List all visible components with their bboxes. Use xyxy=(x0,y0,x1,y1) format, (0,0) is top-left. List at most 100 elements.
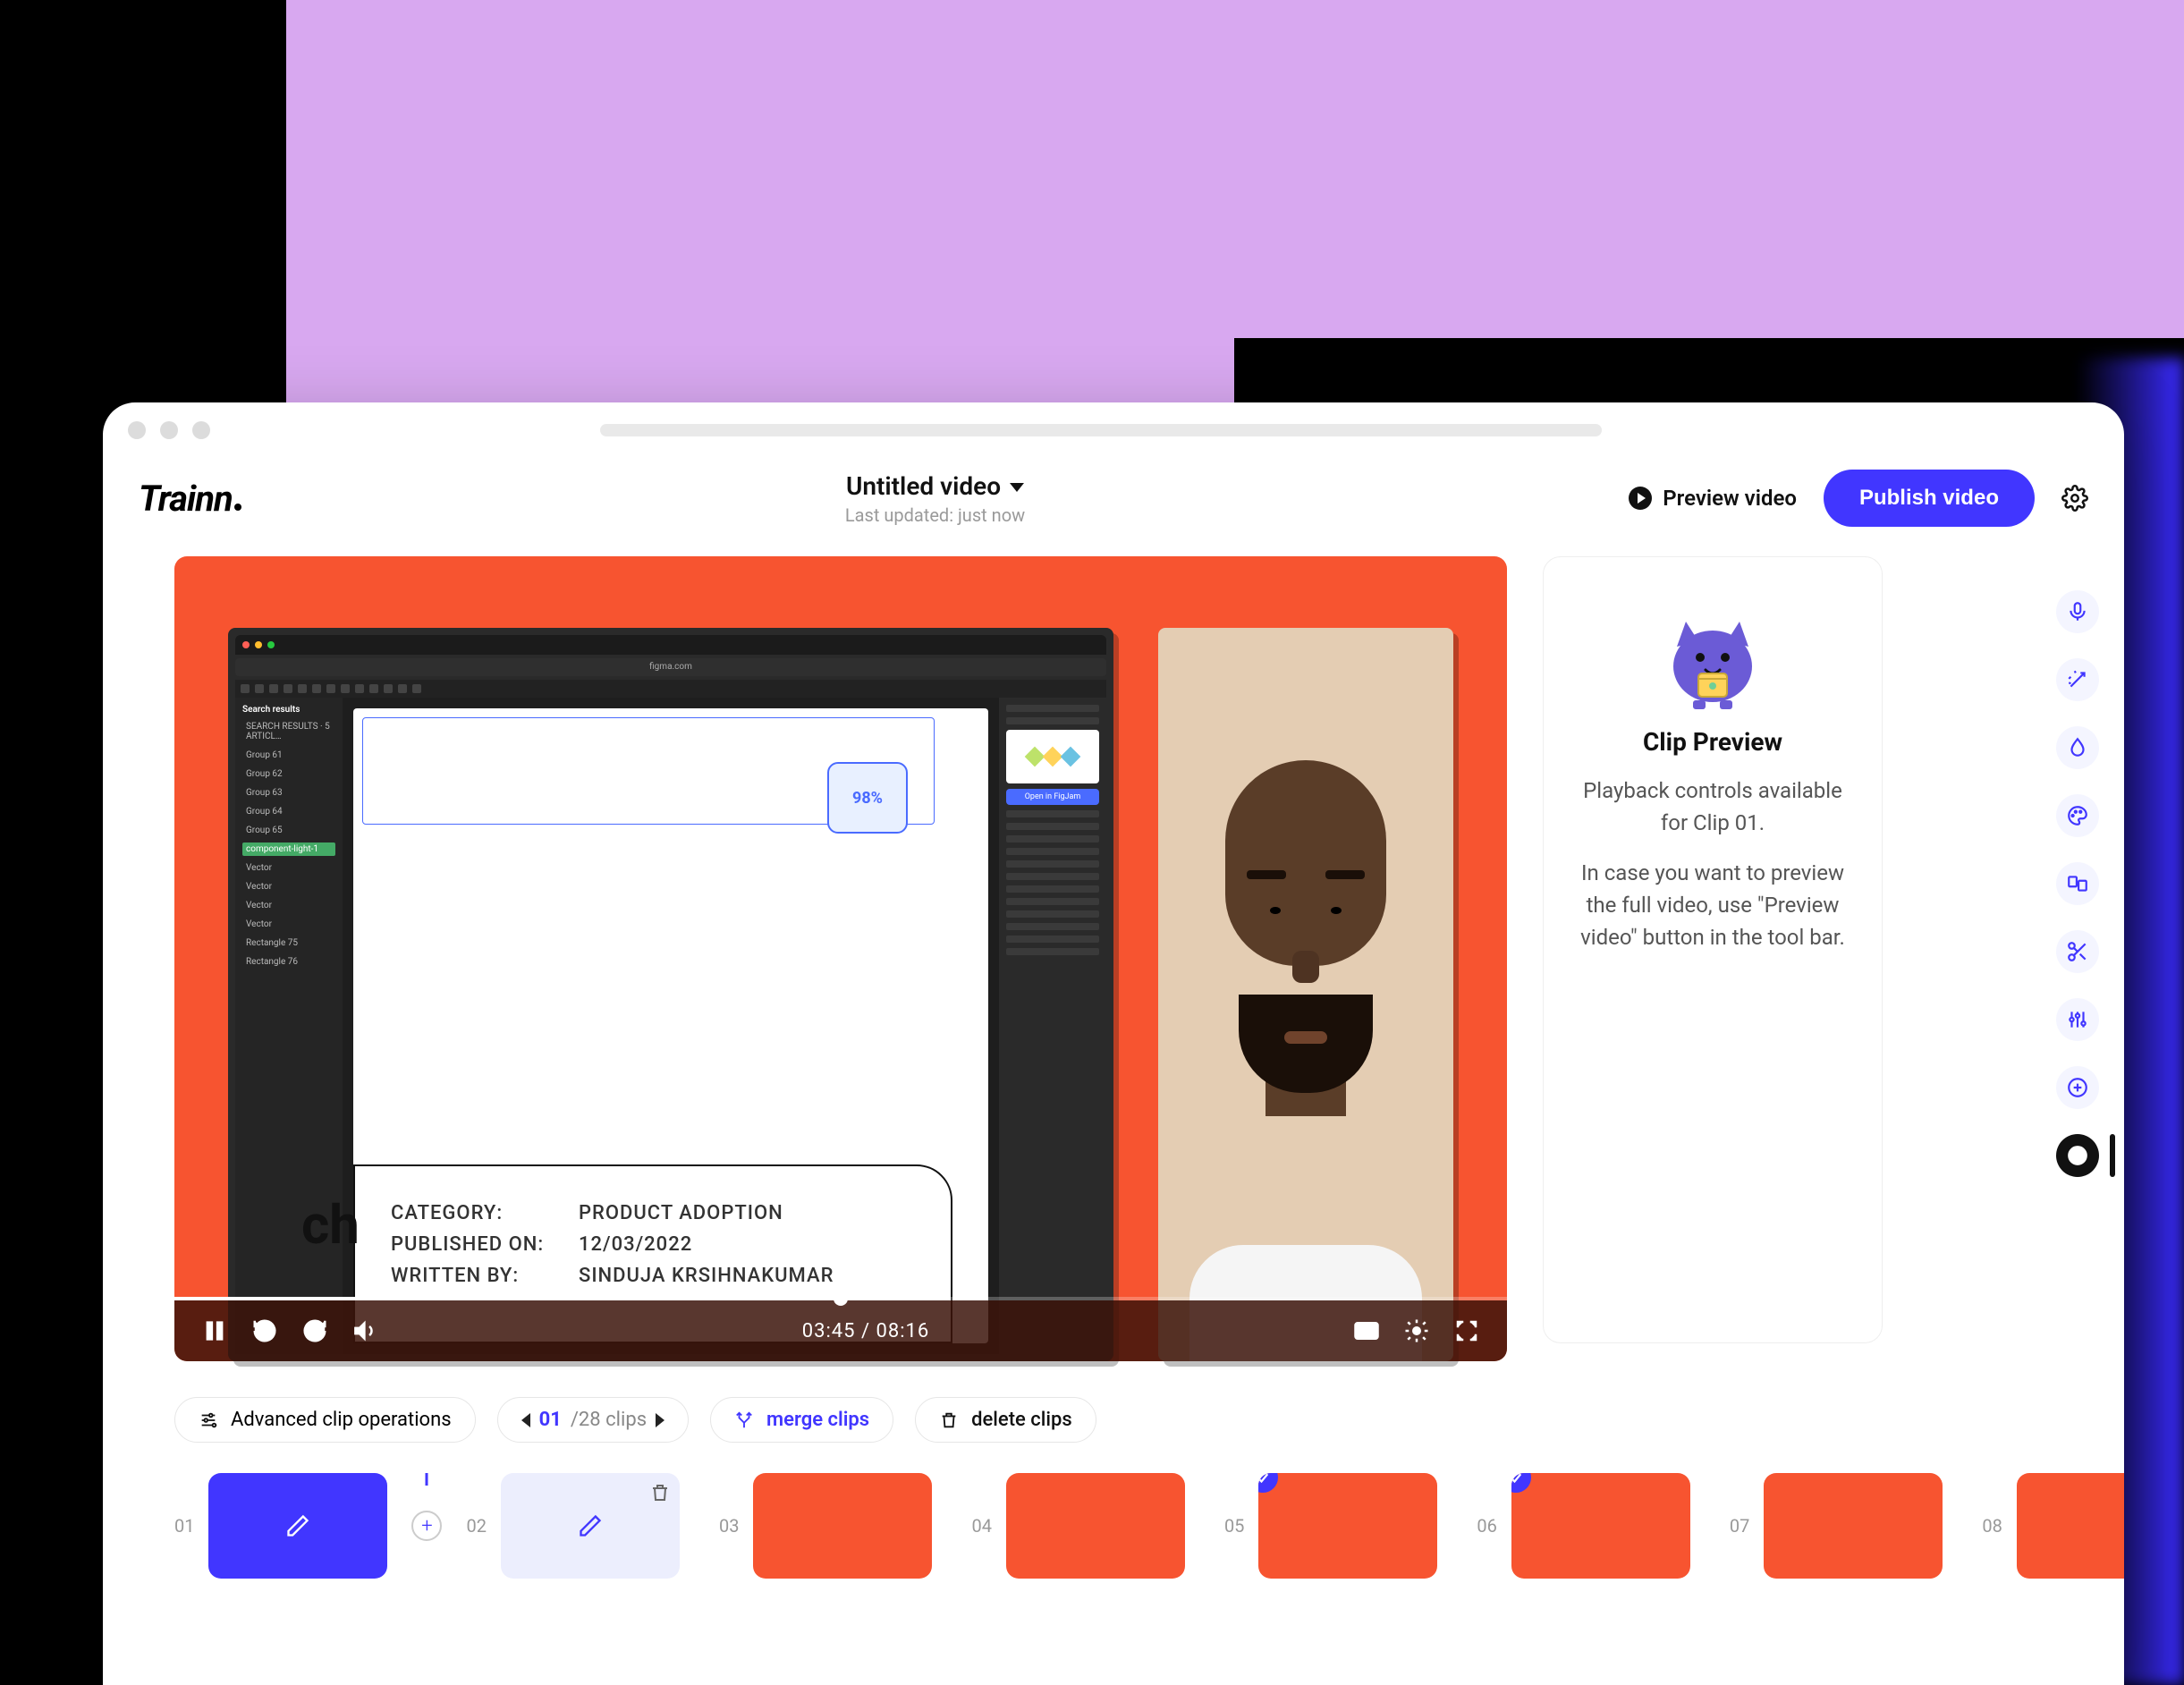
video-preview-frame: figma.com Search results SEARCH RESULTS … xyxy=(174,556,1507,1361)
clip-item[interactable]: 01 xyxy=(174,1473,387,1579)
clip-item[interactable]: 03 xyxy=(719,1473,932,1579)
recording-layer-item: Vector xyxy=(242,861,335,875)
traffic-light-minimize[interactable] xyxy=(160,421,178,439)
video-title[interactable]: Untitled video xyxy=(846,471,1001,501)
clip-number: 04 xyxy=(971,1515,991,1537)
chevron-down-icon[interactable] xyxy=(1010,483,1024,492)
rewind-button[interactable] xyxy=(251,1317,278,1344)
address-bar[interactable] xyxy=(600,424,1602,436)
progress-knob[interactable] xyxy=(834,1291,848,1306)
clip-item[interactable]: 06 xyxy=(1477,1473,1689,1579)
brand-logo[interactable]: Trainn xyxy=(139,478,241,520)
rail-mic-button[interactable] xyxy=(2056,590,2099,633)
tool-rail xyxy=(2049,590,2106,1177)
traffic-light-maximize[interactable] xyxy=(192,421,210,439)
layers-icon xyxy=(2066,872,2089,895)
panel-text-1: Playback controls available for Clip 01. xyxy=(1570,775,1855,839)
merge-clips-button[interactable]: merge clips xyxy=(710,1397,893,1443)
clip-thumbnail[interactable] xyxy=(753,1473,932,1579)
clips-timeline[interactable]: 01 +02 03 04 05 06 07 08 xyxy=(174,1473,2053,1579)
rail-adjustments-button[interactable] xyxy=(2056,998,2099,1041)
forward-button[interactable] xyxy=(301,1317,328,1344)
recording-layer-item: Group 61 xyxy=(242,749,335,762)
recording-layer-item: Group 63 xyxy=(242,786,335,800)
rail-layers-button[interactable] xyxy=(2056,862,2099,905)
progress-fill xyxy=(174,1297,841,1300)
publish-video-button[interactable]: Publish video xyxy=(1824,470,2035,527)
clip-item[interactable]: 05 xyxy=(1224,1473,1437,1579)
palette-icon xyxy=(2066,804,2089,827)
recording-layer-item: Vector xyxy=(242,880,335,893)
clip-item[interactable]: 08 xyxy=(1982,1473,2124,1579)
clip-item[interactable]: 04 xyxy=(971,1473,1184,1579)
prev-clip-button[interactable] xyxy=(521,1413,530,1427)
clip-number: 06 xyxy=(1477,1515,1496,1537)
recording-layer-item: Rectangle 76 xyxy=(242,955,335,969)
traffic-light-close[interactable] xyxy=(128,421,146,439)
panel-text-2: In case you want to preview the full vid… xyxy=(1570,857,1855,953)
add-clip-button[interactable]: + xyxy=(411,1511,442,1541)
delete-clips-button[interactable]: delete clips xyxy=(915,1397,1096,1443)
play-circle-icon xyxy=(1629,487,1652,510)
window-titlebar xyxy=(103,402,2124,458)
recording-truncated-title: ch xyxy=(301,1193,360,1257)
clip-thumbnail[interactable] xyxy=(1006,1473,1185,1579)
rail-magic-wand-button[interactable] xyxy=(2056,658,2099,701)
panel-title: Clip Preview xyxy=(1643,727,1782,757)
settings-button[interactable] xyxy=(2061,485,2088,512)
pencil-icon xyxy=(578,1513,603,1538)
clip-thumbnail[interactable] xyxy=(1511,1473,1690,1579)
gear-icon xyxy=(2061,485,2088,512)
app-toolbar: Trainn Untitled video Last updated: just… xyxy=(103,458,2124,538)
captions-button[interactable] xyxy=(1353,1317,1380,1344)
recording-layer-item: Group 64 xyxy=(242,805,335,818)
preview-video-button[interactable]: Preview video xyxy=(1629,486,1797,511)
clip-item[interactable]: 02 xyxy=(466,1473,679,1579)
clip-thumbnail[interactable] xyxy=(2017,1473,2124,1579)
page-title-group: Untitled video Last updated: just now xyxy=(845,471,1025,526)
rail-palette-button[interactable] xyxy=(2056,794,2099,837)
clip-thumbnail[interactable] xyxy=(501,1473,680,1579)
clip-thumbnail[interactable] xyxy=(1258,1473,1437,1579)
advanced-clip-ops-label: Advanced clip operations xyxy=(231,1409,452,1431)
rail-add-ring-button[interactable] xyxy=(2056,1066,2099,1109)
volume-button[interactable] xyxy=(351,1317,378,1344)
last-updated-text: Last updated: just now xyxy=(845,504,1025,526)
clip-selected-badge[interactable] xyxy=(1258,1473,1278,1493)
delete-clips-label: delete clips xyxy=(971,1409,1072,1431)
recording-layer-item: Rectangle 75 xyxy=(242,936,335,950)
recording-info-row: WRITTEN BY:SINDUJA KRSIHNAKUMAR xyxy=(391,1265,915,1287)
droplet-icon xyxy=(2066,736,2089,759)
clip-item[interactable]: 07 xyxy=(1730,1473,1943,1579)
recording-layer-item: Vector xyxy=(242,918,335,931)
clip-selected-badge[interactable] xyxy=(1511,1473,1531,1493)
preview-video-label: Preview video xyxy=(1663,486,1797,511)
sliders-icon xyxy=(199,1410,218,1430)
advanced-clip-ops-button[interactable]: Advanced clip operations xyxy=(174,1397,476,1443)
rail-droplet-button[interactable] xyxy=(2056,726,2099,769)
pause-button[interactable] xyxy=(201,1317,228,1344)
camera-feed xyxy=(1158,628,1453,1361)
recording-layer-item: SEARCH RESULTS · 5 ARTICL… xyxy=(242,720,335,743)
clip-delete-button[interactable] xyxy=(649,1482,671,1503)
settings-video-button[interactable] xyxy=(1403,1317,1430,1344)
total-clips-label: /28 clips xyxy=(571,1409,647,1431)
next-clip-button[interactable] xyxy=(656,1413,665,1427)
fullscreen-button[interactable] xyxy=(1453,1317,1480,1344)
recording-layer-item: Group 62 xyxy=(242,767,335,781)
playback-time: 03:45 / 08:16 xyxy=(402,1320,1330,1342)
clip-number: 07 xyxy=(1730,1515,1749,1537)
merge-clips-label: merge clips xyxy=(766,1409,869,1431)
trash-icon xyxy=(939,1410,959,1430)
rail-scissors-button[interactable] xyxy=(2056,930,2099,973)
recording-layer-item: component-light-1 xyxy=(242,842,335,856)
clip-thumbnail[interactable] xyxy=(208,1473,387,1579)
magic-wand-icon xyxy=(2066,668,2089,691)
rail-clip-playback-button[interactable] xyxy=(2056,1134,2099,1177)
clip-number: 05 xyxy=(1224,1515,1244,1537)
clip-number: 03 xyxy=(719,1515,739,1537)
clip-pager: 01 /28 clips xyxy=(497,1397,689,1443)
adjustments-icon xyxy=(2066,1008,2089,1031)
clip-thumbnail[interactable] xyxy=(1764,1473,1943,1579)
clip-number: 08 xyxy=(1982,1515,2002,1537)
